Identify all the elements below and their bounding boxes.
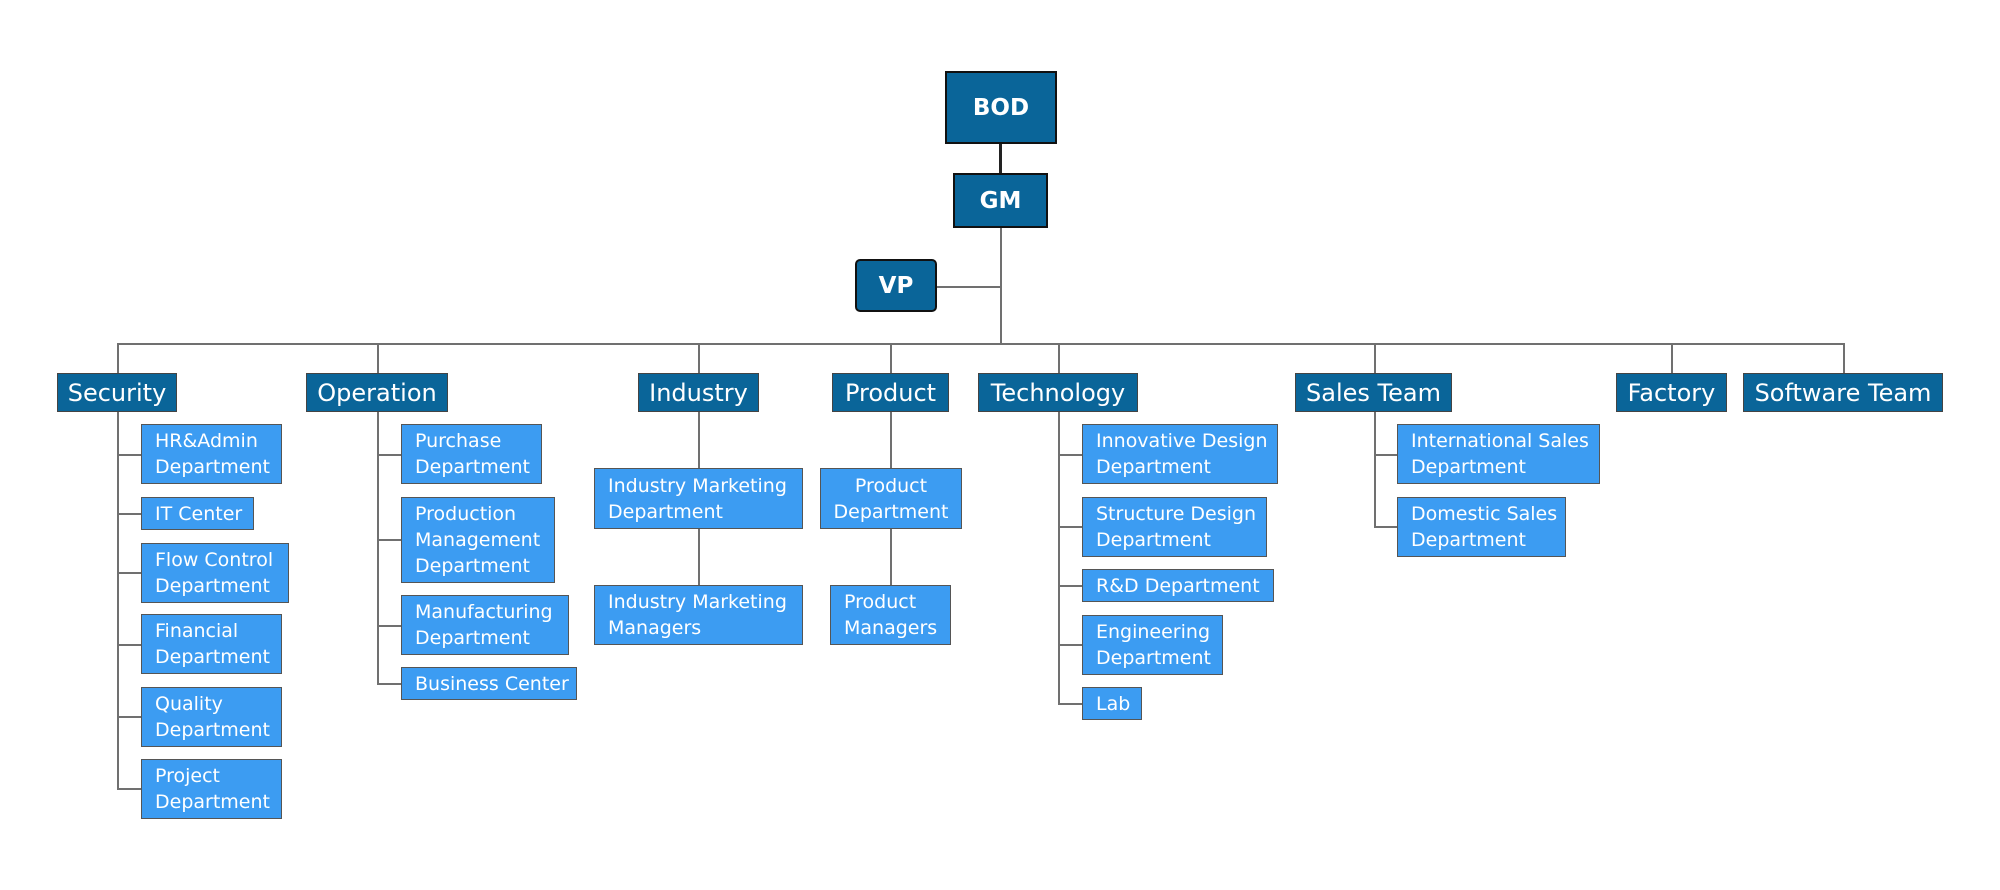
connector-security <box>117 343 119 373</box>
node-gm[interactable]: GM <box>953 173 1048 228</box>
dept-quality[interactable]: Quality Department <box>141 687 282 747</box>
connector-sales <box>1374 343 1376 373</box>
connector-branch <box>117 572 141 574</box>
connector-branch <box>1058 644 1082 646</box>
connector-branch <box>117 644 141 646</box>
dept-flow-control[interactable]: Flow Control Department <box>141 543 289 603</box>
dept-innovative-design[interactable]: Innovative Design Department <box>1082 424 1278 484</box>
dept-rnd[interactable]: R&D Department <box>1082 569 1274 602</box>
dept-structure-design[interactable]: Structure Design Department <box>1082 497 1267 557</box>
dept-business-center[interactable]: Business Center <box>401 667 577 700</box>
division-product[interactable]: Product <box>832 373 949 412</box>
connector-branch <box>1058 585 1082 587</box>
connector-bod-gm <box>999 144 1002 173</box>
connector-branch <box>117 716 141 718</box>
connector-sales-trunk <box>1374 412 1376 528</box>
dept-production-management[interactable]: Production Management Department <box>401 497 555 583</box>
connector-operation-trunk <box>377 412 379 685</box>
dept-international-sales[interactable]: International Sales Department <box>1397 424 1600 484</box>
division-industry[interactable]: Industry <box>638 373 759 412</box>
connector-branch <box>117 788 141 790</box>
node-bod[interactable]: BOD <box>945 71 1057 144</box>
connector-branch <box>377 625 401 627</box>
connector-branch <box>1374 526 1397 528</box>
connector-branch <box>1374 454 1397 456</box>
dept-engineering[interactable]: Engineering Department <box>1082 615 1223 675</box>
connector-branch <box>117 513 141 515</box>
connector-branch <box>1058 703 1082 705</box>
connector-security-trunk <box>117 412 119 790</box>
node-vp[interactable]: VP <box>855 259 937 312</box>
connector-technology <box>1058 343 1060 373</box>
dept-it-center[interactable]: IT Center <box>141 497 254 530</box>
connector-branch <box>1058 454 1082 456</box>
dept-domestic-sales[interactable]: Domestic Sales Department <box>1397 497 1566 557</box>
connector-branch <box>377 539 401 541</box>
dept-purchase[interactable]: Purchase Department <box>401 424 542 484</box>
dept-financial[interactable]: Financial Department <box>141 614 282 674</box>
dept-product[interactable]: Product Department <box>820 468 962 529</box>
connector-branch <box>1058 526 1082 528</box>
connector-product <box>890 343 892 373</box>
division-software-team[interactable]: Software Team <box>1743 373 1943 412</box>
connector-branch <box>377 683 401 685</box>
dept-industry-marketing-managers[interactable]: Industry Marketing Managers <box>594 585 803 645</box>
connector-software <box>1843 343 1845 373</box>
division-operation[interactable]: Operation <box>306 373 448 412</box>
dept-industry-marketing[interactable]: Industry Marketing Department <box>594 468 803 529</box>
connector-industry <box>698 343 700 373</box>
connector-branch <box>117 454 141 456</box>
dept-manufacturing[interactable]: Manufacturing Department <box>401 595 569 655</box>
connector-operation <box>377 343 379 373</box>
dept-project[interactable]: Project Department <box>141 759 282 819</box>
dept-hr-admin[interactable]: HR&Admin Department <box>141 424 282 484</box>
connector-factory <box>1671 343 1673 373</box>
division-security[interactable]: Security <box>57 373 177 412</box>
dept-product-managers[interactable]: Product Managers <box>830 585 951 645</box>
division-sales-team[interactable]: Sales Team <box>1295 373 1452 412</box>
connector-branch <box>377 454 401 456</box>
division-technology[interactable]: Technology <box>978 373 1138 412</box>
connector-vp <box>937 286 1001 288</box>
division-factory[interactable]: Factory <box>1616 373 1727 412</box>
dept-lab[interactable]: Lab <box>1082 687 1142 720</box>
